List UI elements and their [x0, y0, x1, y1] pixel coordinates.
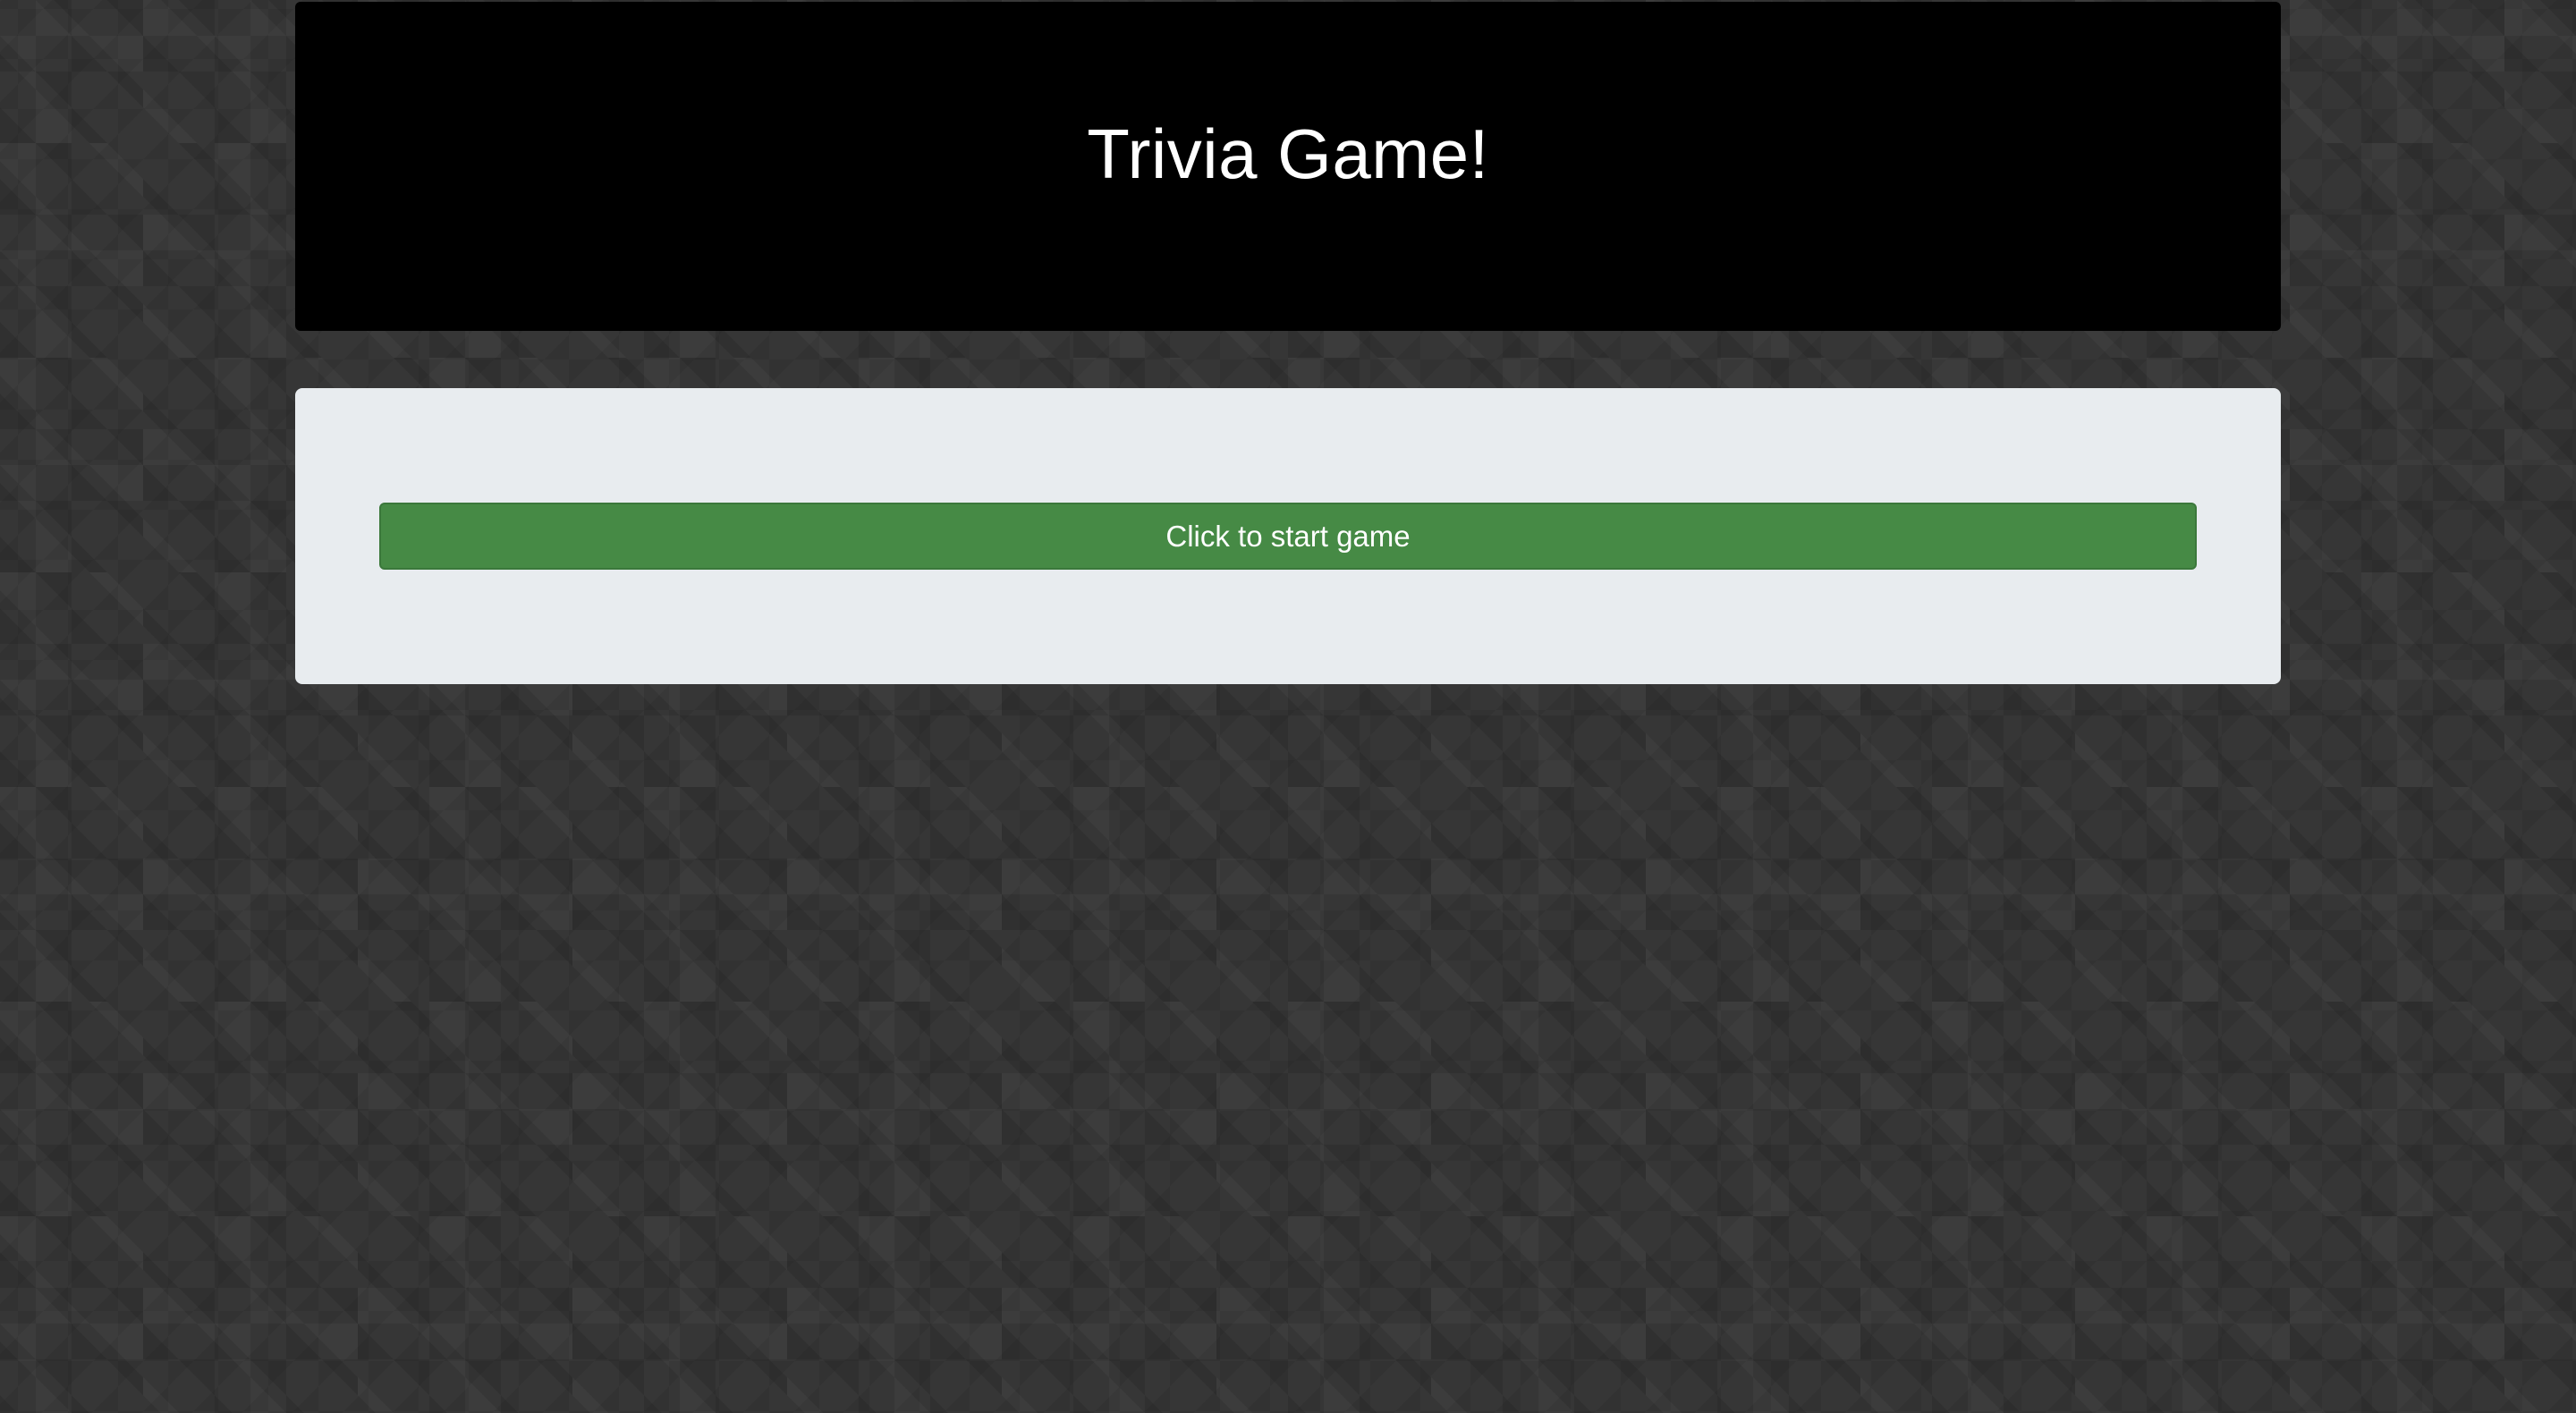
page-title: Trivia Game! [1087, 114, 1489, 193]
start-game-button[interactable]: Click to start game [379, 503, 2197, 570]
game-panel: Click to start game [295, 388, 2281, 684]
header-jumbotron: Trivia Game! [295, 2, 2281, 331]
